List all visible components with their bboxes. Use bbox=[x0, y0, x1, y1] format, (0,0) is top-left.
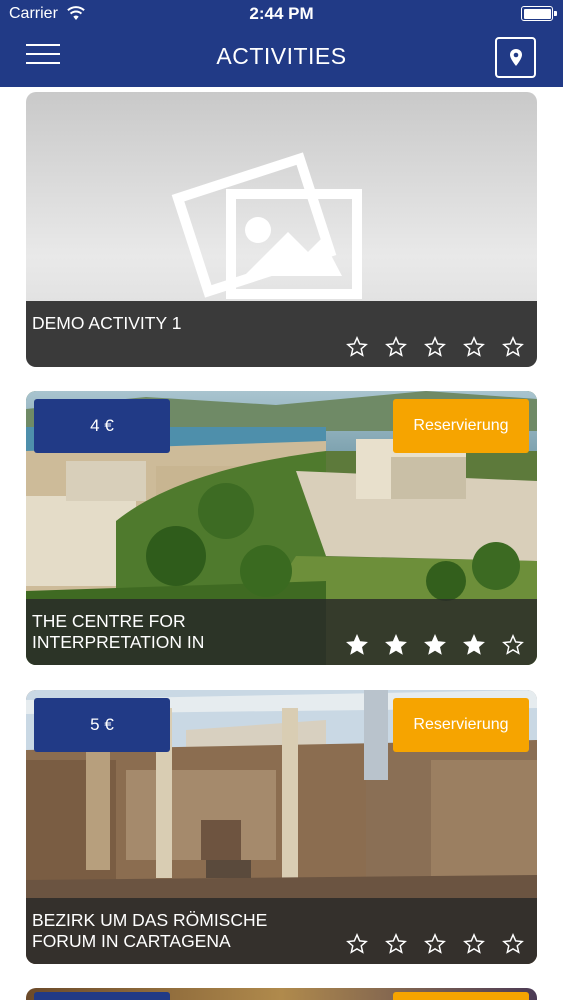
star-filled-icon bbox=[424, 634, 446, 655]
activity-card[interactable]: DEMO ACTIVITY 1 bbox=[26, 92, 537, 367]
star-empty-icon bbox=[424, 336, 446, 357]
activity-title: DEMO ACTIVITY 1 bbox=[32, 313, 182, 333]
activity-title: BEZIRK UM DAS RÖMISCHE FORUM IN CARTAGEN… bbox=[32, 910, 268, 951]
map-pin-icon bbox=[510, 49, 522, 66]
activity-title: THE CENTRE FOR INTERPRETATION IN bbox=[32, 611, 205, 652]
card-caption: BEZIRK UM DAS RÖMISCHE FORUM IN CARTAGEN… bbox=[26, 898, 537, 964]
map-button[interactable] bbox=[495, 37, 536, 78]
star-empty-icon bbox=[463, 336, 485, 357]
status-time: 2:44 PM bbox=[249, 4, 314, 23]
reserve-button[interactable]: Reservierung bbox=[393, 399, 529, 453]
card-caption: THE CENTRE FOR INTERPRETATION IN bbox=[26, 599, 537, 665]
top-bar: Carrier 2:44 PM ACTIVITIES bbox=[0, 0, 563, 87]
rating-stars bbox=[346, 634, 524, 656]
price-badge: 5 € bbox=[34, 698, 170, 752]
star-empty-icon bbox=[385, 933, 407, 954]
star-filled-icon bbox=[463, 634, 485, 655]
reserve-button[interactable] bbox=[393, 992, 529, 1000]
star-empty-icon bbox=[502, 933, 524, 954]
price-badge: 4 € bbox=[34, 399, 170, 453]
reserve-button[interactable]: Reservierung bbox=[393, 698, 529, 752]
star-empty-icon bbox=[463, 933, 485, 954]
activity-card[interactable]: 5 € Reservierung BEZIRK UM DAS RÖMISCHE … bbox=[26, 690, 537, 964]
activity-card[interactable] bbox=[26, 988, 537, 1000]
rating-stars bbox=[346, 933, 524, 955]
price-badge bbox=[34, 992, 170, 1000]
star-filled-icon bbox=[346, 634, 368, 655]
rating-stars bbox=[346, 336, 524, 358]
battery-icon bbox=[521, 6, 557, 21]
star-empty-icon bbox=[502, 634, 524, 655]
star-empty-icon bbox=[424, 933, 446, 954]
star-empty-icon bbox=[346, 336, 368, 357]
star-empty-icon bbox=[385, 336, 407, 357]
star-empty-icon bbox=[346, 933, 368, 954]
page-title: ACTIVITIES bbox=[216, 43, 347, 69]
activity-card[interactable]: 4 € Reservierung THE CENTRE FOR INTERPRE… bbox=[26, 391, 537, 665]
star-empty-icon bbox=[502, 336, 524, 357]
star-filled-icon bbox=[385, 634, 407, 655]
card-caption: DEMO ACTIVITY 1 bbox=[26, 301, 537, 367]
status-bar: Carrier 2:44 PM bbox=[0, 0, 563, 28]
